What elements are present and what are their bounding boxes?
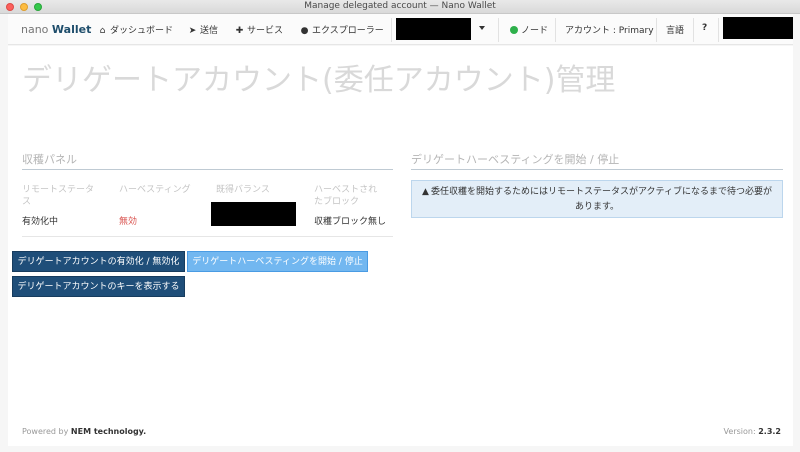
main-content: デリゲートアカウント(委任アカウント)管理 収穫パネル リモートステータス ハー… bbox=[8, 46, 793, 446]
nav-node[interactable]: ノード bbox=[510, 23, 548, 36]
col-harvested-blocks-header: ハーベストされたブロック bbox=[314, 185, 378, 207]
footer-version: Version: 2.3.2 bbox=[724, 427, 781, 436]
col-balance-header: 既得バランス bbox=[216, 185, 270, 195]
nav-language[interactable]: 言語 bbox=[666, 23, 684, 36]
powered-by-link[interactable]: NEM technology. bbox=[71, 427, 146, 436]
nav-services[interactable]: ✚ サービス bbox=[235, 23, 283, 36]
nav-dashboard-label: ダッシュボード bbox=[110, 26, 174, 36]
node-status-icon bbox=[510, 26, 518, 34]
harvesting-panel-divider bbox=[411, 169, 783, 170]
chevron-down-icon[interactable] bbox=[479, 26, 485, 30]
top-navbar: nano Wallet ⌂ ダッシュボード ➤ 送信 ✚ サービス ● エクスプローラー… bbox=[8, 14, 793, 45]
warning-icon: ▲ bbox=[422, 187, 429, 197]
redacted-user-area[interactable] bbox=[723, 17, 793, 39]
harvest-panel-divider bbox=[22, 169, 393, 170]
paper-plane-icon: ➤ bbox=[188, 26, 197, 36]
table-divider bbox=[22, 236, 393, 237]
nav-explorer-label: エクスプローラー bbox=[312, 26, 384, 36]
col-remote-status-header: リモートステータス bbox=[22, 185, 95, 207]
nav-dashboard[interactable]: ⌂ ダッシュボード bbox=[98, 23, 173, 36]
harvesting-status-badge: 無効 bbox=[119, 217, 138, 227]
harvesting-panel-heading: デリゲートハーベスティングを開始 / 停止 bbox=[411, 153, 620, 166]
nav-divider bbox=[555, 18, 556, 42]
window-titlebar: Manage delegated account — Nano Wallet bbox=[0, 0, 800, 14]
nav-divider bbox=[498, 18, 499, 42]
brand-bold: Wallet bbox=[51, 23, 92, 36]
nav-explorer[interactable]: ● エクスプローラー bbox=[300, 23, 384, 36]
remote-status-value: 有効化中 bbox=[22, 217, 59, 227]
nav-send-label: 送信 bbox=[200, 26, 219, 36]
show-delegated-key-button[interactable]: デリゲートアカウントのキーを表示する bbox=[12, 276, 185, 297]
brand-logo[interactable]: nano Wallet bbox=[21, 23, 91, 36]
toggle-delegated-account-button[interactable]: デリゲートアカウントの有効化 / 無効化 bbox=[12, 251, 185, 272]
globe-icon: ● bbox=[300, 26, 309, 36]
help-icon[interactable]: ? bbox=[702, 23, 707, 33]
nav-divider bbox=[391, 18, 392, 42]
nav-divider bbox=[693, 18, 694, 42]
nav-account[interactable]: アカウント : Primary bbox=[565, 23, 654, 36]
info-alert-text: 委任収穫を開始するためにはリモートステータスがアクティブになるまで待つ必要があり… bbox=[430, 187, 772, 212]
nav-services-label: サービス bbox=[247, 26, 284, 36]
version-number: 2.3.2 bbox=[758, 427, 781, 436]
powered-by-prefix: Powered by bbox=[22, 427, 69, 436]
col-harvesting-header: ハーベスティング bbox=[119, 185, 191, 195]
redacted-account-selector[interactable] bbox=[396, 18, 471, 40]
brand-light: nano bbox=[21, 23, 49, 36]
nav-divider bbox=[718, 18, 719, 42]
info-alert: ▲ 委任収穫を開始するためにはリモートステータスがアクティブになるまで待つ必要があ… bbox=[411, 180, 783, 218]
wrench-icon: ✚ bbox=[235, 26, 244, 36]
nav-node-label: ノード bbox=[521, 26, 549, 36]
page-title: デリゲートアカウント(委任アカウント)管理 bbox=[22, 63, 616, 98]
nav-send[interactable]: ➤ 送信 bbox=[188, 23, 218, 36]
harvested-blocks-value: 収穫ブロック無し bbox=[314, 217, 387, 227]
start-stop-harvesting-button[interactable]: デリゲートハーベスティングを開始 / 停止 bbox=[187, 251, 368, 272]
version-label: Version: bbox=[723, 427, 756, 436]
nav-divider bbox=[656, 18, 657, 42]
app-window: Manage delegated account — Nano Wallet n… bbox=[0, 0, 800, 452]
harvest-panel-heading: 収穫パネル bbox=[22, 153, 77, 166]
home-icon: ⌂ bbox=[99, 26, 106, 36]
footer-powered-by: Powered by NEM technology. bbox=[22, 427, 146, 436]
redacted-balance bbox=[211, 202, 296, 226]
window-title: Manage delegated account — Nano Wallet bbox=[304, 1, 496, 11]
